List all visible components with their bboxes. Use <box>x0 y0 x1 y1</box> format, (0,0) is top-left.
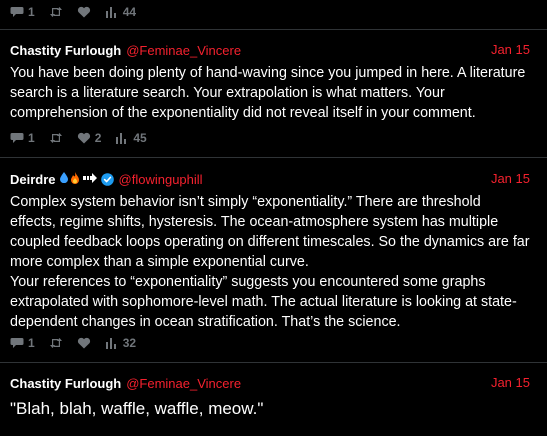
tweet-feed: 1 44 Chastity Furlough @Feminae_Vincere … <box>0 0 547 436</box>
author-handle[interactable]: @flowinguphill <box>119 172 203 187</box>
reply-stat[interactable]: 1 <box>10 5 35 19</box>
views-stat[interactable]: 45 <box>115 131 147 145</box>
views-count: 45 <box>133 131 147 145</box>
tweet-stats: 1 32 <box>10 335 150 351</box>
tweet-date[interactable]: Jan 15 <box>491 41 530 59</box>
retweet-stat[interactable] <box>49 6 63 18</box>
tweet-stats-top: 1 44 <box>10 4 150 20</box>
reply-stat[interactable]: 1 <box>10 131 35 145</box>
divider <box>0 362 547 363</box>
tweet-paragraph: Your references to “exponentiality” sugg… <box>10 274 517 330</box>
tweet-paragraph: Complex system behavior isn’t simply “ex… <box>10 194 530 270</box>
author-handle[interactable]: @Feminae_Vincere <box>126 376 241 391</box>
views-stat[interactable]: 44 <box>105 5 136 19</box>
tweet-header: Chastity Furlough @Feminae_Vincere Jan 1… <box>10 374 530 392</box>
tweet-text: Complex system behavior isn’t simply “ex… <box>10 192 530 332</box>
like-stat[interactable] <box>77 6 91 18</box>
heart-icon <box>77 337 91 349</box>
tweet-header: Chastity Furlough @Feminae_Vincere Jan 1… <box>10 41 530 59</box>
reply-count: 1 <box>28 5 35 19</box>
retweet-icon <box>49 6 63 18</box>
reply-stat[interactable]: 1 <box>10 336 35 350</box>
analytics-icon <box>115 132 129 144</box>
name-emojis <box>58 171 114 187</box>
views-stat[interactable]: 32 <box>105 336 136 350</box>
tweet-text: "Blah, blah, waffle, waffle, meow." <box>10 398 530 420</box>
heart-icon <box>77 6 91 18</box>
verified-badge-icon <box>100 172 114 186</box>
retweet-icon <box>49 337 63 349</box>
like-count: 2 <box>94 131 102 145</box>
views-count: 44 <box>122 5 137 19</box>
retweet-stat[interactable] <box>49 132 63 144</box>
droplet-emoji <box>59 172 68 186</box>
retweet-stat[interactable] <box>49 337 63 349</box>
arrow-emoji <box>82 172 98 186</box>
reply-count: 1 <box>28 336 35 350</box>
reply-icon <box>10 337 24 349</box>
tweet-date[interactable]: Jan 15 <box>491 170 530 188</box>
fire-emoji <box>70 171 80 187</box>
author-name[interactable]: Deirdre <box>10 172 56 187</box>
retweet-icon <box>49 132 63 144</box>
divider <box>0 157 547 158</box>
like-stat[interactable]: 2 <box>77 131 102 145</box>
reply-icon <box>10 132 24 144</box>
author-handle[interactable]: @Feminae_Vincere <box>126 43 241 58</box>
tweet[interactable]: Chastity Furlough @Feminae_Vincere Jan 1… <box>10 374 530 420</box>
like-stat[interactable] <box>77 337 91 349</box>
author-name[interactable]: Chastity Furlough <box>10 376 121 391</box>
heart-icon <box>77 132 91 144</box>
tweet-paragraph: "Blah, blah, waffle, waffle, meow." <box>10 399 264 418</box>
tweet[interactable]: Deirdre @flowinguphill Jan 15 Complex sy… <box>10 170 530 332</box>
views-count: 32 <box>122 336 137 350</box>
analytics-icon <box>105 337 119 349</box>
analytics-icon <box>105 6 119 18</box>
tweet-date[interactable]: Jan 15 <box>491 374 530 392</box>
author-name[interactable]: Chastity Furlough <box>10 43 121 58</box>
tweet-stats: 1 2 45 <box>10 130 161 146</box>
divider <box>0 29 547 30</box>
reply-icon <box>10 6 24 18</box>
tweet[interactable]: Chastity Furlough @Feminae_Vincere Jan 1… <box>10 41 530 123</box>
tweet-text: You have been doing plenty of hand-wavin… <box>10 63 530 123</box>
tweet-paragraph: You have been doing plenty of hand-wavin… <box>10 65 526 121</box>
tweet-header: Deirdre @flowinguphill Jan 15 <box>10 170 530 188</box>
reply-count: 1 <box>28 131 35 145</box>
